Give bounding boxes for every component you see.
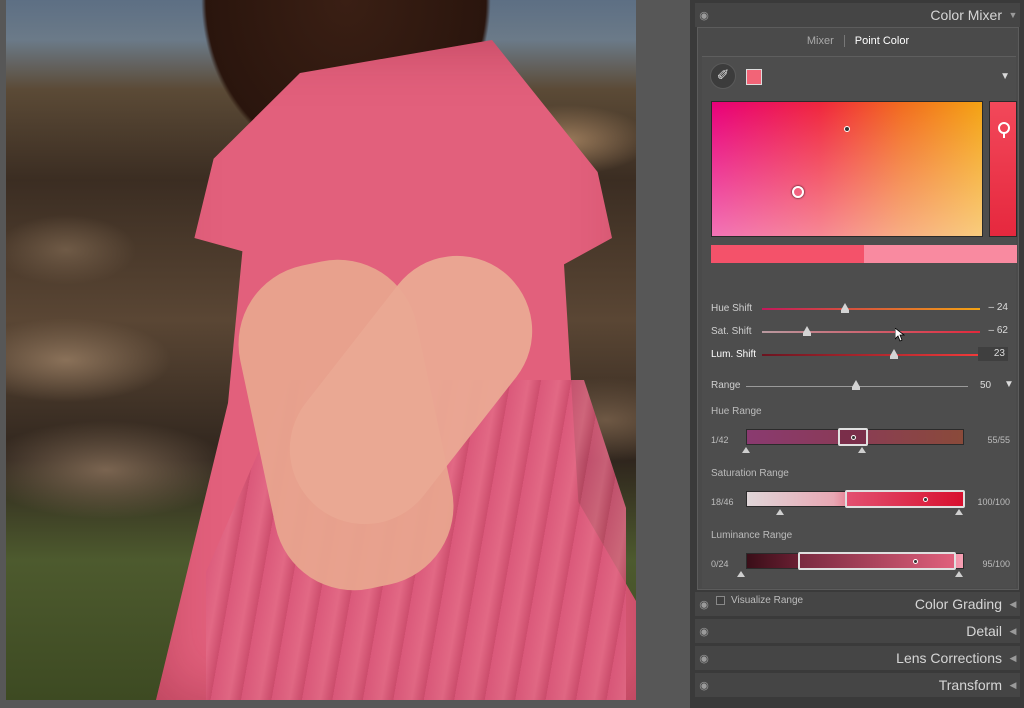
color-compare-bar xyxy=(711,245,1017,263)
saturation-range-selection[interactable] xyxy=(845,490,965,508)
saturation-range-center[interactable] xyxy=(923,497,928,502)
range-expand-icon[interactable]: ▼ xyxy=(1004,379,1014,390)
tab-point-color[interactable]: Point Color xyxy=(855,35,909,47)
luminance-range-selection[interactable] xyxy=(798,552,956,570)
luminance-range-high: 95/100 xyxy=(982,559,1010,569)
panel-title: Lens Corrections xyxy=(896,650,1002,666)
expand-triangle-icon[interactable]: ◀ xyxy=(1006,653,1020,664)
luminance-range-control[interactable]: 0/24 95/100 xyxy=(702,552,1016,593)
hue-range-handle-right[interactable] xyxy=(858,447,866,453)
hue-saturation-picker[interactable] xyxy=(711,101,983,237)
eye-icon[interactable]: ◉ xyxy=(695,625,713,638)
hue-range-center[interactable] xyxy=(851,435,856,440)
slider-value[interactable]: – 24 xyxy=(978,302,1008,313)
hue-range-control[interactable]: 1/42 55/55 xyxy=(702,428,1016,469)
collapse-triangle-icon[interactable]: ▼ xyxy=(1006,10,1020,20)
saturation-range-handle-right[interactable] xyxy=(955,509,963,515)
hue-range-low: 1/42 xyxy=(711,435,729,445)
panel-title: Transform xyxy=(938,677,1002,693)
mode-tabs: Mixer Point Color xyxy=(698,28,1018,54)
hue-range-high: 55/55 xyxy=(987,435,1010,445)
eye-icon[interactable]: ◉ xyxy=(695,598,713,611)
luminance-range-handle-right[interactable] xyxy=(955,571,963,577)
expand-triangle-icon[interactable]: ◀ xyxy=(1006,626,1020,637)
slider-value[interactable]: 23 xyxy=(978,347,1008,361)
visualize-range-label: Visualize Range xyxy=(731,595,804,606)
luminance-range-handle-left[interactable] xyxy=(737,571,745,577)
sampled-point-marker[interactable] xyxy=(844,126,850,132)
expand-triangle-icon[interactable]: ◀ xyxy=(1006,680,1020,691)
swatch-dropdown-icon[interactable]: ▼ xyxy=(1000,71,1010,82)
slider-thumb[interactable] xyxy=(803,326,811,336)
mouse-cursor-icon xyxy=(895,328,905,342)
slider-label: Hue Shift xyxy=(711,303,753,314)
selected-color-swatch[interactable] xyxy=(746,69,762,85)
slider-label: Sat. Shift xyxy=(711,326,752,337)
panel-header-lens-corrections[interactable]: ◉ Lens Corrections ◀ xyxy=(695,646,1020,670)
saturation-range-handle-left[interactable] xyxy=(776,509,784,515)
panel-header-transform[interactable]: ◉ Transform ◀ xyxy=(695,673,1020,697)
slider-value[interactable]: – 62 xyxy=(978,325,1008,336)
visualize-range-checkbox[interactable] xyxy=(716,596,725,605)
saturation-range-label: Saturation Range xyxy=(711,468,789,479)
slider-track[interactable] xyxy=(762,331,980,333)
range-label: Range xyxy=(711,380,741,391)
original-color xyxy=(711,245,864,263)
panel-header-detail[interactable]: ◉ Detail ◀ xyxy=(695,619,1020,643)
photo-canvas[interactable] xyxy=(6,0,636,700)
luminance-knob-tail xyxy=(1003,133,1005,138)
slider-label: Lum. Shift xyxy=(711,349,757,360)
eye-icon[interactable]: ◉ xyxy=(695,652,713,665)
visualize-range-toggle[interactable]: Visualize Range xyxy=(716,595,803,606)
luminance-range-center[interactable] xyxy=(913,559,918,564)
hue-shift-slider[interactable]: Hue Shift – 24 xyxy=(702,301,1016,317)
eyedropper-icon[interactable]: ✐ xyxy=(710,63,736,89)
luminance-range-label: Luminance Range xyxy=(711,530,793,541)
panel-header-color-mixer[interactable]: ◉ Color Mixer ▼ xyxy=(695,3,1020,27)
saturation-range-low: 18/46 xyxy=(711,497,734,507)
saturation-range-bar[interactable] xyxy=(746,490,965,508)
adjusted-color xyxy=(864,245,1017,263)
lum-shift-slider[interactable]: Lum. Shift 23 xyxy=(702,347,1016,363)
app-window: ◉ Color Mixer ▼ ◉ Color Grading ◀ ◉ Deta… xyxy=(0,0,1024,708)
slider-thumb[interactable] xyxy=(841,303,849,313)
range-value[interactable]: 50 xyxy=(980,380,991,391)
luminance-range-bar[interactable] xyxy=(746,552,964,570)
luminance-strip[interactable] xyxy=(989,101,1017,237)
tab-separator xyxy=(843,35,845,47)
eye-icon[interactable]: ◉ xyxy=(695,9,713,22)
range-thumb[interactable] xyxy=(852,380,860,390)
hue-range-bar[interactable] xyxy=(746,428,964,446)
range-slider[interactable]: Range 50 ▼ xyxy=(702,378,1016,394)
saturation-range-high: 100/100 xyxy=(977,497,1010,507)
eye-icon[interactable]: ◉ xyxy=(695,679,713,692)
hue-range-label: Hue Range xyxy=(711,406,762,417)
expand-triangle-icon[interactable]: ◀ xyxy=(1006,599,1020,610)
target-point-marker[interactable] xyxy=(792,186,804,198)
point-color-body: ✐ ▼ Hue Shift – 24 Sat. Shift – 62 Lum. … xyxy=(702,56,1017,606)
color-mixer-panel: Mixer Point Color ✐ ▼ Hue Shift – 24 Sat… xyxy=(697,27,1019,606)
slider-thumb[interactable] xyxy=(890,349,898,359)
slider-track[interactable] xyxy=(762,354,980,356)
slider-track[interactable] xyxy=(762,308,980,310)
hue-range-handle-left[interactable] xyxy=(742,447,750,453)
tab-mixer[interactable]: Mixer xyxy=(807,35,834,47)
luminance-range-low: 0/24 xyxy=(711,559,729,569)
panel-title: Color Mixer xyxy=(930,7,1002,23)
panel-title: Detail xyxy=(966,623,1002,639)
sat-shift-slider[interactable]: Sat. Shift – 62 xyxy=(702,324,1016,340)
saturation-range-control[interactable]: 18/46 100/100 xyxy=(702,490,1016,531)
